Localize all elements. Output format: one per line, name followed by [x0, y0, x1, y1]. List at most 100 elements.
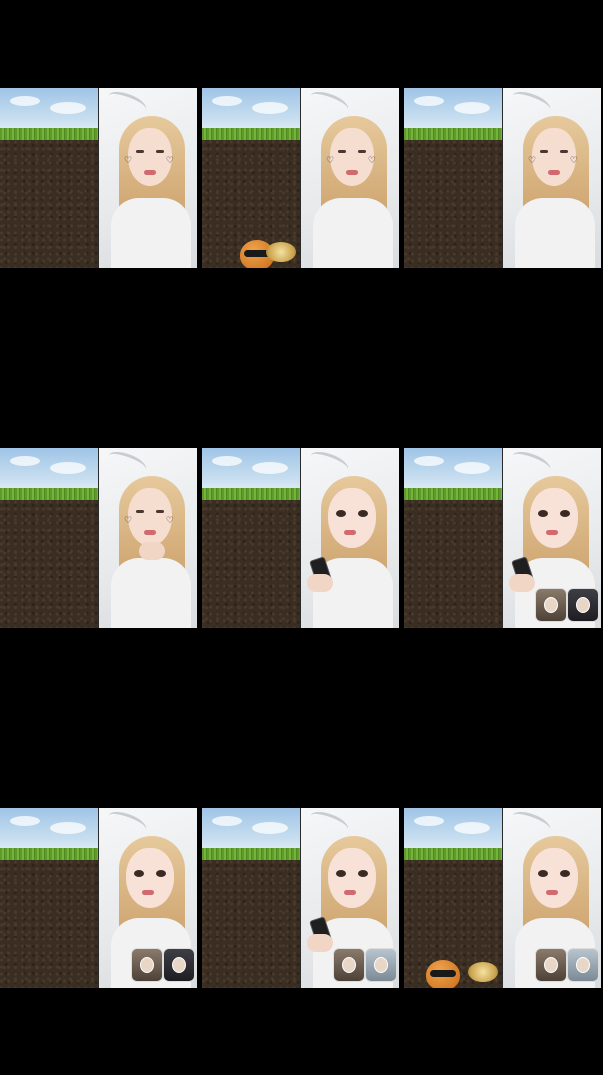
ground-panel [0, 88, 98, 268]
thumbnail-avatar-icon [163, 948, 195, 982]
sticker-heart-icon: ♡ [326, 156, 335, 166]
face [530, 488, 578, 548]
thumbnail-face [140, 957, 154, 973]
cloud [50, 462, 86, 474]
video-frame: ♡ ♡ [202, 88, 399, 268]
ground-panel [404, 808, 502, 988]
lips [546, 890, 558, 895]
shirt [313, 198, 393, 268]
right-eye-icon [156, 150, 164, 153]
ground-panel [404, 88, 502, 268]
lips [142, 890, 154, 895]
sky [202, 448, 300, 493]
thumbnail-face [544, 597, 558, 613]
sky [404, 88, 502, 133]
soil [404, 500, 502, 628]
sticker-heart-icon: ♡ [124, 156, 133, 166]
thumbnail-face [172, 957, 186, 973]
sky [404, 808, 502, 853]
right-eye-icon [358, 510, 368, 517]
sky [202, 88, 300, 133]
right-eye-icon [560, 870, 570, 877]
cloud [212, 456, 242, 466]
ceiling-lamp-icon [509, 88, 553, 118]
right-eye-icon [560, 150, 568, 153]
cloud [414, 96, 444, 106]
face: ♡ ♡ [124, 488, 174, 546]
video-frame: ♡ ♡ [0, 448, 197, 628]
cloud [50, 102, 86, 114]
video-frame [404, 448, 601, 628]
lips [344, 890, 356, 895]
frame-grid: ♡ ♡ ♡ ♡ ♡ ♡ ♡ ♡ [0, 0, 603, 1075]
sky [0, 448, 98, 493]
thumbnail-avatar-icon [535, 588, 567, 622]
cloud [252, 462, 288, 474]
cloud [10, 456, 40, 466]
right-eye-icon [358, 870, 368, 877]
ceiling-lamp-icon [105, 88, 149, 118]
video-frame [404, 808, 601, 988]
left-eye-icon [336, 510, 346, 517]
cloud [414, 456, 444, 466]
lips [144, 530, 156, 535]
hand [307, 574, 333, 592]
video-frame [202, 808, 399, 988]
cloud [10, 96, 40, 106]
hand [509, 574, 535, 592]
video-frame: ♡ ♡ [404, 88, 601, 268]
ground-panel [0, 448, 98, 628]
sticker-heart-icon: ♡ [569, 156, 578, 166]
cloud [212, 816, 242, 826]
cloud [454, 102, 490, 114]
face [328, 488, 376, 548]
sticker-heart-icon: ♡ [124, 516, 133, 526]
ground-panel [404, 448, 502, 628]
left-eye-icon [336, 870, 346, 877]
ground-panel [202, 448, 300, 628]
video-frame: ♡ ♡ [0, 88, 197, 268]
thumbnail-avatar-icon [131, 948, 163, 982]
soil [404, 140, 502, 268]
sky [404, 448, 502, 493]
ground-panel [0, 808, 98, 988]
soil [0, 140, 98, 268]
thumbnail-face [576, 597, 590, 613]
video-frame [0, 808, 197, 988]
face [126, 848, 174, 908]
right-eye-icon [156, 870, 166, 877]
cloud [212, 96, 242, 106]
thumbnail-face [374, 957, 388, 973]
face: ♡ ♡ [124, 128, 174, 186]
ceiling-lamp-icon [307, 88, 351, 118]
thumbnail-avatar-icon [333, 948, 365, 982]
cloud [454, 822, 490, 834]
cymbal-icon [266, 242, 296, 262]
person-panel: ♡ ♡ [503, 88, 601, 268]
ceiling-lamp-icon [509, 448, 553, 478]
left-eye-icon [538, 870, 548, 877]
lips [346, 170, 358, 175]
face: ♡ ♡ [528, 128, 578, 186]
hand [139, 542, 165, 560]
lips [548, 170, 560, 175]
cloud [50, 822, 86, 834]
sticker-heart-icon: ♡ [528, 156, 537, 166]
cloud [454, 462, 490, 474]
soil [0, 500, 98, 628]
face: ♡ ♡ [326, 128, 376, 186]
left-eye-icon [136, 150, 144, 153]
thumbnail-face [342, 957, 356, 973]
thumbnail-avatar-icon [535, 948, 567, 982]
ceiling-lamp-icon [307, 808, 351, 838]
cloud [10, 816, 40, 826]
ceiling-lamp-icon [307, 448, 351, 478]
person-panel: ♡ ♡ [301, 88, 399, 268]
thumbnail-avatar-icon [365, 948, 397, 982]
left-eye-icon [134, 870, 144, 877]
ceiling-lamp-icon [105, 448, 149, 478]
ceiling-lamp-icon [105, 808, 149, 838]
person-panel: ♡ ♡ [99, 88, 197, 268]
left-eye-icon [538, 510, 548, 517]
shirt [515, 198, 595, 268]
